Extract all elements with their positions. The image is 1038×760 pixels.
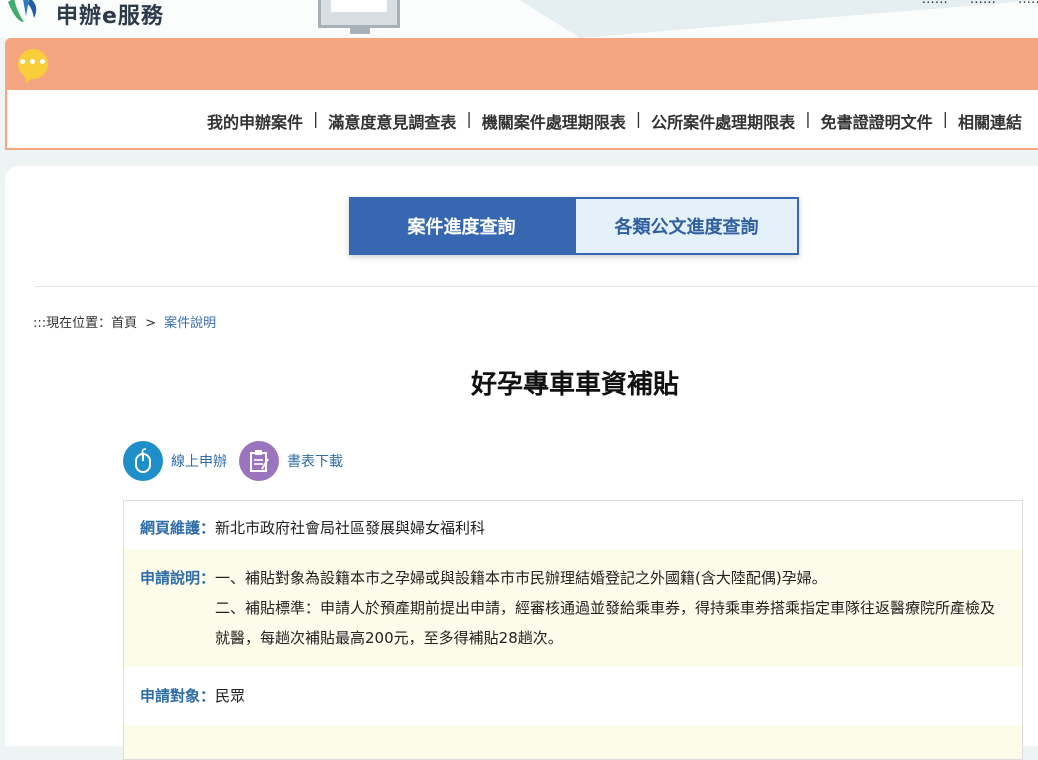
top-link[interactable]: …… xyxy=(1018,0,1038,7)
maintainer-label: 網頁維護： xyxy=(140,519,216,537)
top-links: …… …… …… xyxy=(904,0,1038,7)
breadcrumb-prefix: :::現在位置： xyxy=(33,316,112,331)
monitor-illustration xyxy=(318,0,400,28)
breadcrumb-current[interactable]: 案件說明 xyxy=(164,316,216,331)
nav-separator: | xyxy=(635,109,642,128)
info-row-target: 申請對象： 民眾 xyxy=(124,667,1022,725)
online-apply-button[interactable]: 線上申辦 xyxy=(123,441,227,481)
chat-bubble-icon[interactable]: ••• xyxy=(18,49,48,79)
nav-satisfaction-survey[interactable]: 滿意度意見調查表 xyxy=(328,109,456,133)
nav-my-cases[interactable]: 我的申辦案件 xyxy=(207,109,303,133)
info-row-next xyxy=(124,725,1022,759)
description-line-2: 二、補貼標準：申請人於預產期前提出申請，經審核通過並發給乘車券，得持乘車券搭乘指… xyxy=(215,599,996,647)
maintainer-value: 新北市政府社會局社區發展與婦女福利科 xyxy=(215,519,486,537)
nav-district-deadlines[interactable]: 公所案件處理期限表 xyxy=(651,109,795,133)
target-label: 申請對象： xyxy=(140,687,216,705)
description-label: 申請說明： xyxy=(140,569,216,587)
site-logo-icon[interactable] xyxy=(4,0,44,28)
nav-separator: | xyxy=(312,109,319,128)
top-link[interactable]: …… xyxy=(970,0,996,7)
nav-certificate-free[interactable]: 免書證證明文件 xyxy=(821,109,933,133)
monitor-stand xyxy=(350,28,370,34)
description-line-1: 一、補貼對象為設籍本市之孕婦或與設籍本市市民辦理結婚登記之外國籍(含大陸配偶)孕… xyxy=(215,569,827,587)
top-link[interactable]: …… xyxy=(922,0,948,7)
nav-agency-deadlines[interactable]: 機關案件處理期限表 xyxy=(482,109,626,133)
target-value: 民眾 xyxy=(215,687,246,705)
nav-separator: | xyxy=(466,109,472,128)
form-download-label: 書表下載 xyxy=(287,454,343,470)
case-info-table: 網頁維護： 新北市政府社會局社區發展與婦女福利科 申請說明： 一、補貼對象為設籍… xyxy=(123,500,1023,760)
tab-case-progress[interactable]: 案件進度查詢 xyxy=(349,197,574,255)
clipboard-icon xyxy=(239,441,279,481)
site-title[interactable]: 申辦e服務 xyxy=(56,0,164,30)
mouse-icon xyxy=(123,441,163,481)
nav-separator: | xyxy=(805,109,811,128)
online-apply-label: 線上申辦 xyxy=(171,454,227,470)
section-divider xyxy=(35,286,1038,287)
content-card: 案件進度查詢 各類公文進度查詢 :::現在位置：首頁 > 案件說明 好孕專車車資補貼… xyxy=(5,166,1038,760)
breadcrumb-separator: > xyxy=(145,316,157,331)
breadcrumb: :::現在位置：首頁 > 案件說明 xyxy=(33,312,216,331)
notice-banner: ••• xyxy=(5,38,1038,90)
page-title: 好孕專車車資補貼 xyxy=(470,370,679,400)
nav-separator: | xyxy=(942,109,948,128)
nav-related-links[interactable]: 相關連結 xyxy=(958,109,1022,133)
breadcrumb-home[interactable]: 首頁 xyxy=(111,316,137,331)
info-row-maintainer: 網頁維護： 新北市政府社會局社區發展與婦女福利科 xyxy=(124,501,1022,549)
form-download-button[interactable]: 書表下載 xyxy=(239,441,343,481)
query-tabs: 案件進度查詢 各類公文進度查詢 xyxy=(349,197,799,255)
info-row-description: 申請說明： 一、補貼對象為設籍本市之孕婦或與設籍本市市民辦理結婚登記之外國籍(含… xyxy=(124,549,1022,667)
tab-document-progress[interactable]: 各類公文進度查詢 xyxy=(574,197,799,255)
action-links: 線上申辦 書表下載 xyxy=(123,441,355,481)
main-nav: 我的申辦案件 | 滿意度意見調查表 | 機關案件處理期限表 | 公所案件處理期限… xyxy=(5,90,1038,150)
top-bar: 申辦e服務 …… …… …… xyxy=(0,0,1038,38)
